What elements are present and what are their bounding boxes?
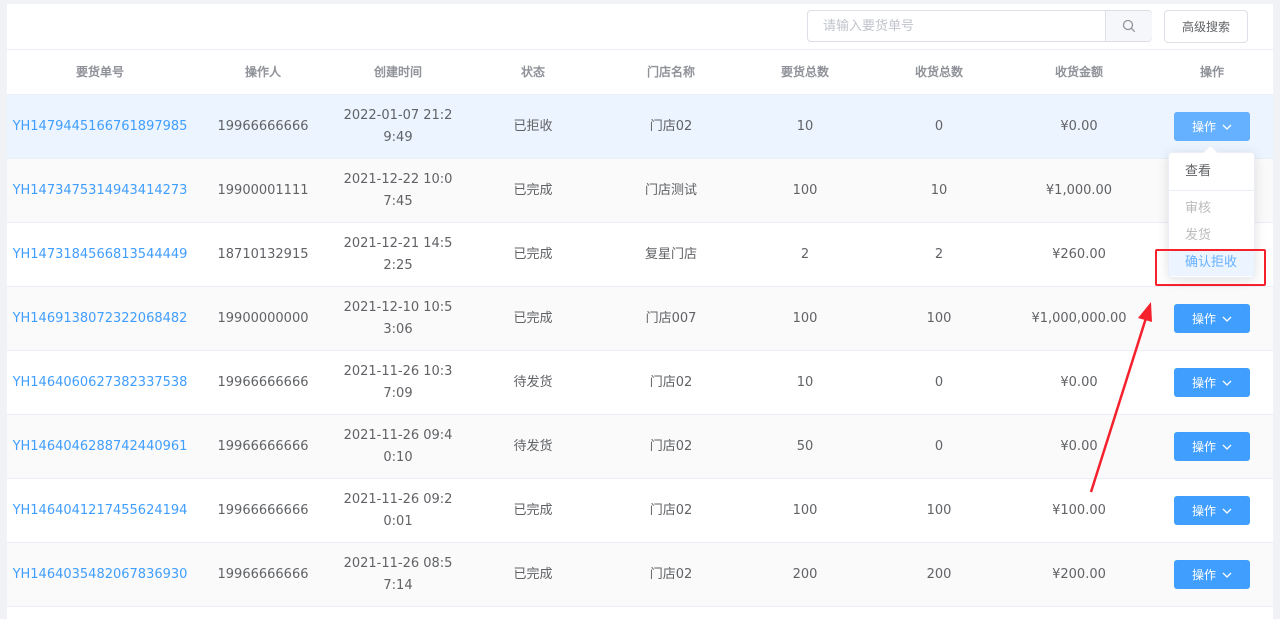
annotation-arrow [1089, 302, 1152, 493]
